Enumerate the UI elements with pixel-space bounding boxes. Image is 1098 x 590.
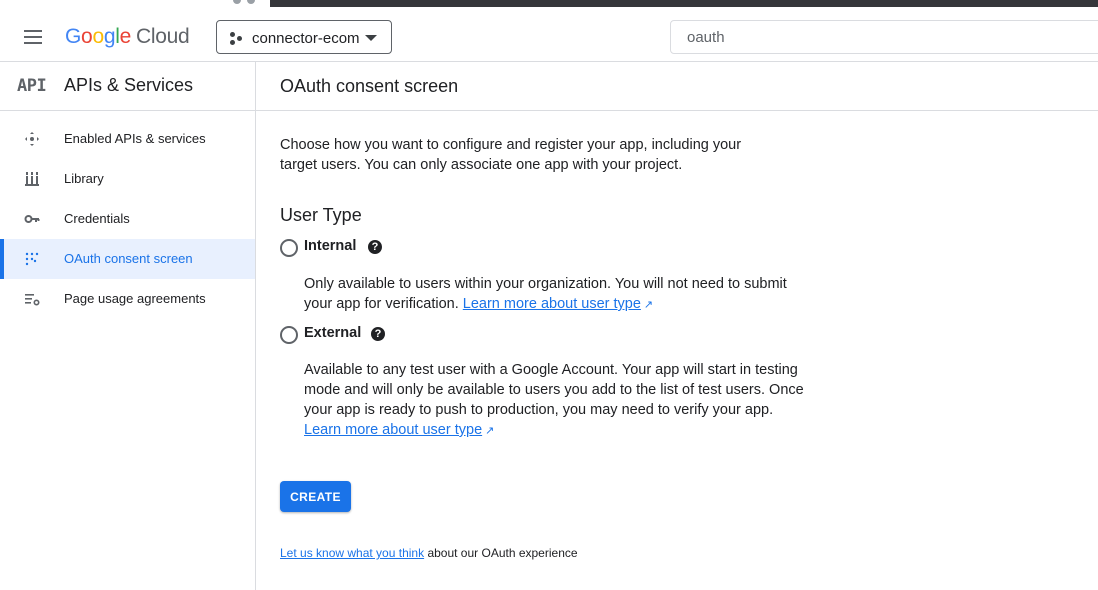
sidebar-header: API APIs & Services bbox=[0, 62, 255, 111]
sidebar-item-label: Page usage agreements bbox=[64, 291, 206, 306]
sidebar-item-oauth-consent[interactable]: OAuth consent screen bbox=[0, 239, 255, 279]
user-type-heading: User Type bbox=[280, 205, 362, 225]
sidebar-title: APIs & Services bbox=[64, 75, 194, 95]
external-link-icon: ↗ bbox=[643, 299, 654, 311]
intro-text: Choose how you want to configure and reg… bbox=[280, 137, 742, 173]
sidebar-item-label: Enabled APIs & services bbox=[64, 131, 206, 146]
feedback-line: Let us know what you think about our OAu… bbox=[280, 546, 578, 560]
key-icon bbox=[24, 211, 40, 227]
logo-google-text: Google bbox=[65, 25, 131, 48]
sidebar: API APIs & Services Enabled APIs & servi… bbox=[0, 62, 256, 590]
sidebar-item-page-usage[interactable]: Page usage agreements bbox=[0, 279, 255, 319]
create-button[interactable]: CREATE bbox=[280, 481, 351, 512]
api-icon: API bbox=[17, 76, 47, 96]
google-cloud-logo[interactable]: Google Cloud bbox=[65, 25, 190, 49]
feedback-link[interactable]: Let us know what you think bbox=[280, 546, 424, 560]
project-name: connector-ecom bbox=[252, 30, 360, 47]
browser-control-icon bbox=[233, 0, 241, 4]
sidebar-item-label: OAuth consent screen bbox=[64, 251, 193, 266]
internal-description: Only available to users within your orga… bbox=[304, 274, 804, 315]
external-description-text: Available to any test user with a Google… bbox=[304, 362, 804, 418]
browser-chrome-strip bbox=[0, 0, 1098, 13]
help-icon[interactable]: ? bbox=[368, 240, 382, 254]
external-link-icon: ↗ bbox=[485, 425, 495, 437]
sidebar-item-label: Library bbox=[64, 171, 104, 186]
top-bar: Google Cloud connector-ecom bbox=[0, 13, 1098, 62]
external-description: Available to any test user with a Google… bbox=[304, 360, 804, 441]
learn-more-link[interactable]: Learn more about user type bbox=[463, 296, 641, 312]
dropdown-arrow-icon bbox=[365, 35, 377, 41]
sidebar-item-label: Credentials bbox=[64, 211, 130, 226]
sidebar-item-library[interactable]: Library bbox=[0, 159, 255, 199]
project-picker[interactable]: connector-ecom bbox=[216, 20, 392, 54]
page-title: OAuth consent screen bbox=[280, 76, 459, 96]
library-icon bbox=[24, 171, 40, 187]
external-label[interactable]: External bbox=[304, 325, 361, 341]
external-radio[interactable] bbox=[280, 326, 298, 344]
feedback-text: about our OAuth experience bbox=[427, 546, 578, 560]
help-icon[interactable]: ? bbox=[371, 327, 385, 341]
page-header: OAuth consent screen bbox=[256, 62, 1098, 111]
internal-radio[interactable] bbox=[280, 239, 298, 257]
hub-icon bbox=[24, 131, 40, 147]
project-dots-icon bbox=[230, 32, 244, 46]
sidebar-item-credentials[interactable]: Credentials bbox=[0, 199, 255, 239]
internal-label[interactable]: Internal bbox=[304, 238, 356, 254]
learn-more-link[interactable]: Learn more about user type bbox=[304, 422, 482, 438]
logo-cloud-text: Cloud bbox=[135, 25, 190, 48]
oauth-dots-icon bbox=[24, 251, 40, 267]
browser-control-icon bbox=[247, 0, 255, 4]
browser-tab-bar bbox=[270, 0, 1098, 7]
settings-list-icon bbox=[24, 291, 40, 307]
sidebar-item-enabled-apis[interactable]: Enabled APIs & services bbox=[0, 119, 255, 159]
sidebar-nav: Enabled APIs & services Library Credenti… bbox=[0, 119, 255, 319]
search-input[interactable] bbox=[670, 20, 1098, 54]
hamburger-menu-icon[interactable] bbox=[22, 27, 44, 47]
